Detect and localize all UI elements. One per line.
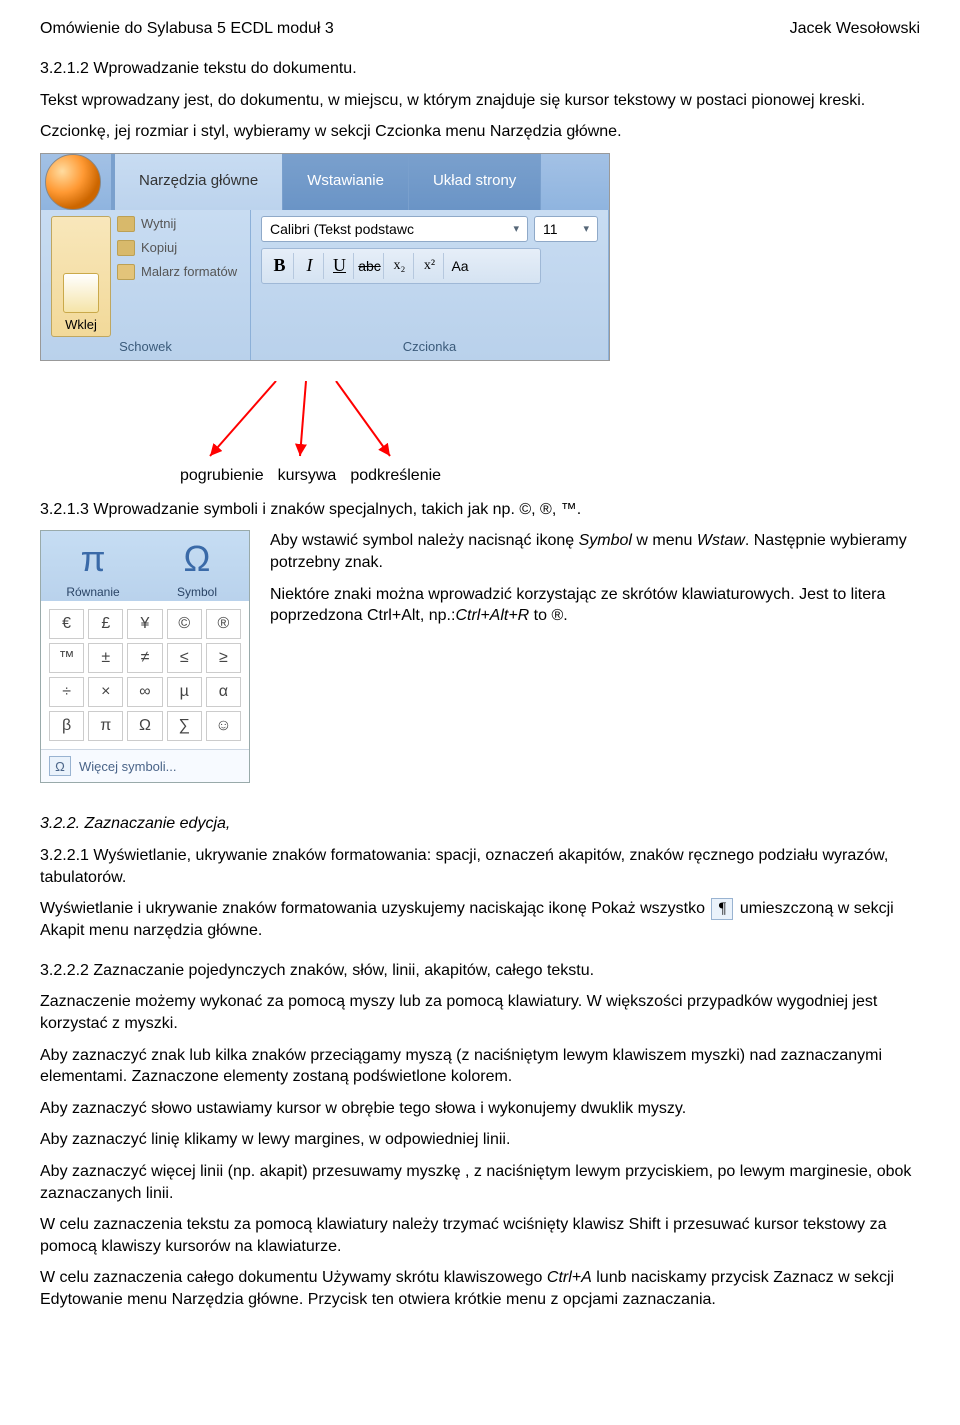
font-size-value: 11	[543, 221, 558, 237]
strike-button: abc	[356, 253, 384, 279]
scissors-icon	[117, 216, 135, 232]
label-italic: kursywa	[278, 467, 337, 485]
tab-layout: Układ strony	[409, 154, 541, 210]
sel-pc: Aby zaznaczyć słowo ustawiamy kursor w o…	[40, 1098, 920, 1120]
symbol-cell: Ω	[127, 711, 162, 741]
sel-pa: Zaznaczenie możemy wykonać za pomocą mys…	[40, 991, 920, 1034]
symbol-cell: β	[49, 711, 84, 741]
cut-button: Wytnij	[117, 216, 237, 232]
symbol-cell: ☺	[206, 711, 241, 741]
font-name-combo: Calibri (Tekst podstawc ▾	[261, 216, 528, 242]
sel-pg: W celu zaznaczenia całego dokumentu Używ…	[40, 1267, 920, 1310]
pilcrow-icon: ¶	[711, 898, 733, 920]
tab-home: Narzędzia główne	[115, 154, 283, 210]
tab-insert: Wstawianie	[283, 154, 409, 210]
clipboard-panel-label: Schowek	[51, 337, 240, 356]
show-formatting-p: Wyświetlanie i ukrywanie znaków formatow…	[40, 898, 920, 942]
subscript-button: x₂	[386, 253, 414, 279]
symbol-cell: α	[206, 677, 241, 707]
symbol-grid: € £ ¥ © ® ™ ± ≠ ≤ ≥ ÷ ×	[41, 601, 249, 749]
symbol-panel-figure: π Równanie Ω Symbol € £ ¥ © ®	[40, 530, 250, 783]
doc-header-left: Omówienie do Sylabusa 5 ECDL moduł 3	[40, 20, 334, 38]
label-underline: podkreślenie	[350, 467, 441, 485]
symbol-cell: ÷	[49, 677, 84, 707]
copy-icon	[117, 240, 135, 256]
italic-button: I	[296, 253, 324, 279]
omega-icon: Ω	[169, 535, 225, 583]
cut-label: Wytnij	[141, 216, 176, 231]
symbol-cell: µ	[167, 677, 202, 707]
section-3213-title: 3.2.1.3 Wprowadzanie symboli i znaków sp…	[40, 499, 920, 521]
symbol-cell: ™	[49, 643, 84, 673]
painter-label: Malarz formatów	[141, 264, 237, 279]
intro-p2: Czcionkę, jej rozmiar i styl, wybieramy …	[40, 121, 920, 143]
sel-pf: W celu zaznaczenia tekstu za pomocą klaw…	[40, 1214, 920, 1257]
sel-pb: Aby zaznaczyć znak lub kilka znaków prze…	[40, 1045, 920, 1088]
copy-button: Kopiuj	[117, 240, 237, 256]
symbol-cell: £	[88, 609, 123, 639]
symbol-cell: ×	[88, 677, 123, 707]
symbol-cell: ≠	[127, 643, 162, 673]
brush-icon	[117, 264, 135, 280]
underline-button: U	[326, 253, 354, 279]
sel-pe: Aby zaznaczyć więcej linii (np. akapit) …	[40, 1161, 920, 1204]
sel-pd: Aby zaznaczyć linię klikamy w lewy margi…	[40, 1129, 920, 1151]
doc-header-right: Jacek Wesołowski	[790, 20, 920, 38]
equation-label: Równanie	[66, 585, 119, 599]
chevron-down-icon: ▾	[583, 222, 589, 235]
omega-icon: Ω	[49, 756, 71, 776]
paste-label: Wklej	[65, 317, 97, 332]
label-bold: pogrubienie	[180, 467, 264, 485]
font-panel: Calibri (Tekst podstawc ▾ 11 ▾ B I U abc	[251, 210, 609, 360]
symbol-cell: ≥	[206, 643, 241, 673]
font-panel-label: Czcionka	[261, 337, 598, 356]
ribbon-figure: Narzędzia główne Wstawianie Układ strony…	[40, 153, 610, 361]
symbol-cell: ¥	[127, 609, 162, 639]
symbol-button: Ω Symbol	[151, 535, 243, 599]
symbol-cell: ≤	[167, 643, 202, 673]
paste-icon	[63, 273, 99, 313]
office-button-icon	[45, 154, 101, 210]
superscript-button: x²	[416, 253, 444, 279]
sec313-p2: Niektóre znaki można wprowadzić korzysta…	[270, 584, 920, 627]
font-name-value: Calibri (Tekst podstawc	[270, 221, 414, 237]
section-3212-title: 3.2.1.2 Wprowadzanie tekstu do dokumentu…	[40, 58, 920, 80]
bold-button: B	[266, 253, 294, 279]
symbol-label: Symbol	[177, 585, 217, 599]
change-case-button: Aa	[446, 253, 474, 279]
more-symbols-button: Ω Więcej symboli...	[41, 749, 249, 782]
symbol-cell: π	[88, 711, 123, 741]
equation-button: π Równanie	[47, 535, 139, 599]
paste-button: Wklej	[51, 216, 111, 337]
callout-arrows	[40, 361, 920, 467]
chevron-down-icon: ▾	[513, 222, 519, 235]
section-3221-title: 3.2.2.1 Wyświetlanie, ukrywanie znaków f…	[40, 845, 920, 888]
font-size-combo: 11 ▾	[534, 216, 598, 242]
section-322-title: 3.2.2. Zaznaczanie edycja,	[40, 813, 920, 835]
symbol-cell: ©	[167, 609, 202, 639]
format-painter-button: Malarz formatów	[117, 264, 237, 280]
sec313-p1: Aby wstawić symbol należy nacisnąć ikonę…	[270, 530, 920, 573]
symbol-cell: €	[49, 609, 84, 639]
symbol-cell: ∞	[127, 677, 162, 707]
symbol-cell: ±	[88, 643, 123, 673]
symbol-cell: ∑	[167, 711, 202, 741]
section-3222-title: 3.2.2.2 Zaznaczanie pojedynczych znaków,…	[40, 960, 920, 982]
intro-p1: Tekst wprowadzany jest, do dokumentu, w …	[40, 90, 920, 112]
clipboard-panel: Wklej Wytnij Kopiuj Malarz	[41, 210, 251, 360]
pi-icon: π	[65, 535, 121, 583]
more-symbols-label: Więcej symboli...	[79, 759, 177, 774]
copy-label: Kopiuj	[141, 240, 177, 255]
symbol-cell: ®	[206, 609, 241, 639]
